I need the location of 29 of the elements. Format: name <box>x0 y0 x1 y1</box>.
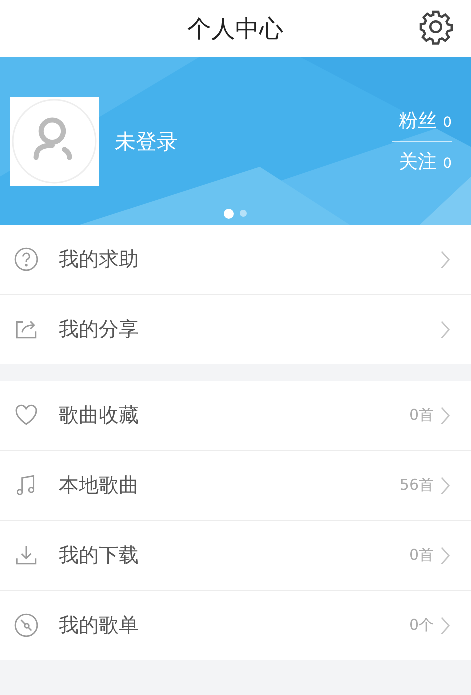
item-label: 我的求助 <box>59 246 139 273</box>
item-label: 我的歌单 <box>59 612 139 639</box>
help-icon <box>14 247 39 272</box>
item-label: 我的下载 <box>59 542 139 569</box>
item-count: 0首 <box>409 546 434 565</box>
page-dot[interactable] <box>240 210 247 217</box>
menu-item[interactable]: 我的求助 <box>0 225 471 295</box>
item-label: 歌曲收藏 <box>59 402 139 429</box>
menu-item[interactable]: 本地歌曲 56首 <box>0 451 471 521</box>
chevron-icon <box>440 406 451 426</box>
heart-icon <box>14 403 39 428</box>
settings-icon[interactable] <box>418 9 454 45</box>
menu-item[interactable]: 歌曲收藏 0首 <box>0 381 471 451</box>
menu-item[interactable]: 我的分享 <box>0 295 471 364</box>
disc-icon <box>14 613 39 638</box>
chevron-icon <box>440 320 451 340</box>
menu-item[interactable]: 我的下载 0首 <box>0 521 471 591</box>
chevron-icon <box>440 250 451 270</box>
chevron-icon <box>440 546 451 566</box>
item-count: 56首 <box>400 476 434 495</box>
chevron-icon <box>440 476 451 496</box>
chevron-icon <box>440 616 451 636</box>
avatar-icon[interactable] <box>10 97 99 186</box>
item-count: 0首 <box>409 406 434 425</box>
item-count: 0个 <box>409 616 434 635</box>
page-title: 个人中心 <box>188 14 284 44</box>
item-label: 我的分享 <box>59 316 139 343</box>
menu-item[interactable]: 我的歌单 0个 <box>0 591 471 660</box>
item-label: 本地歌曲 <box>59 472 139 499</box>
